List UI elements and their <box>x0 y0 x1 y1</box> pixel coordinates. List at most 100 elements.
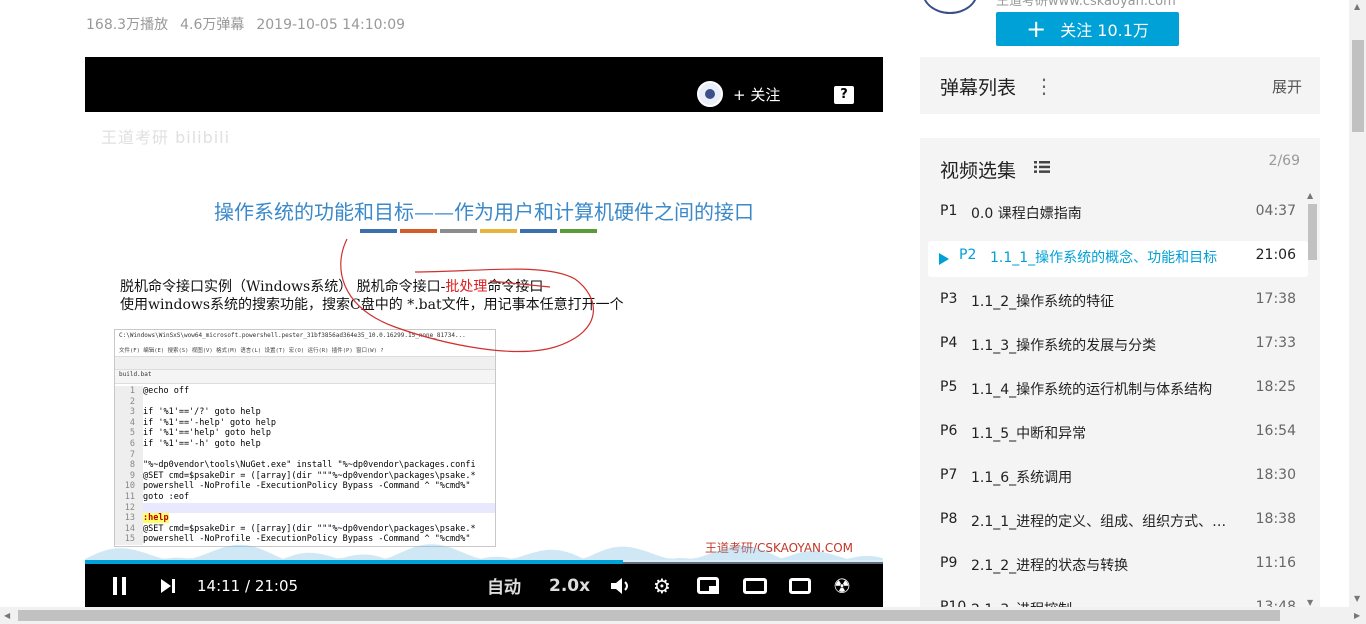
episode-item[interactable]: P4 1.1_3_操作系统的发展与分类 17:33 <box>928 325 1308 369</box>
episode-list-scroll-thumb[interactable] <box>1308 204 1317 260</box>
page-vertical-scroll-thumb[interactable] <box>1352 40 1364 132</box>
line-number: 6 <box>115 438 143 450</box>
code-line: 8 "%~dp0vendor\tools\NuGet.exe" install "… <box>115 460 495 471</box>
episode-duration: 17:38 <box>1255 291 1296 307</box>
episode-duration: 04:37 <box>1255 203 1296 219</box>
player-follow-button[interactable]: + 关注 <box>697 81 780 107</box>
episode-duration: 18:38 <box>1255 511 1296 527</box>
episode-list-panel: 视频选集 2/69 P1 0.0 课程白嫖指南 04:37 P2 1.1_1_操作系统的… <box>920 138 1320 608</box>
line-number: 3 <box>115 407 143 418</box>
play-count: 168.3万播放 <box>86 17 169 33</box>
picture-in-picture-icon[interactable] <box>697 564 719 607</box>
more-options-icon[interactable]: ⋮ <box>1034 74 1054 98</box>
episode-count: 2/69 <box>1268 153 1300 169</box>
widescreen-icon[interactable] <box>743 564 767 607</box>
danmaku-list-panel: 弹幕列表 ⋮ 展开 <box>920 57 1320 114</box>
line-number: 13 <box>115 513 143 524</box>
episode-item[interactable]: P1 0.0 课程白嫖指南 04:37 <box>928 193 1308 237</box>
episode-item[interactable]: P102.1_3_进程控制13:48 <box>928 589 1308 608</box>
episode-number: P3 <box>940 291 958 307</box>
follow-label: 关注 10.1万 <box>1060 21 1149 40</box>
episode-title: 1.1_2_操作系统的特征 <box>971 294 1115 310</box>
code-line: 11 goto :eof <box>115 491 495 503</box>
line-number: 1 <box>115 386 143 397</box>
code-line: 14 @SET cmd=$psakeDir = ([array](dir """%… <box>115 523 495 535</box>
follow-button[interactable]: + 关注 10.1万 <box>996 12 1179 46</box>
episode-duration: 21:06 <box>1255 247 1296 263</box>
episode-item[interactable]: P9 2.1_2_进程的状态与转换 11:16 <box>928 545 1308 589</box>
line-number: 8 <box>115 460 143 471</box>
episode-title: 2.1_2_进程的状态与转换 <box>971 558 1129 574</box>
fullscreen-icon[interactable] <box>789 564 811 607</box>
episode-item[interactable]: P7 1.1_6_系统调用 18:30 <box>928 457 1308 501</box>
episode-title: 1.1_4_操作系统的运行机制与体系结构 <box>971 382 1213 398</box>
code-line: 7 <box>115 449 495 461</box>
danmaku-count: 4.6万弹幕 <box>180 17 245 33</box>
episode-item[interactable]: P8 2.1_1_进程的定义、组成、组织方式、特征 18:38 <box>928 501 1308 545</box>
code-line: 5 if '%1'=='help' goto help <box>115 428 495 439</box>
code-text: goto :eof <box>143 491 190 502</box>
next-icon[interactable] <box>160 564 176 607</box>
episode-duration: 18:30 <box>1255 467 1296 483</box>
episode-title: 1.1_1_操作系统的概念、功能和目标 <box>990 250 1218 266</box>
editor-code: 1 @echo off 2 3 if '%1'=='/?' goto help 4 if '… <box>115 384 495 545</box>
code-text: @echo off <box>143 386 190 396</box>
line-number: 11 <box>115 491 143 503</box>
episode-item[interactable]: P6 1.1_5_中断和异常 16:54 <box>928 413 1308 457</box>
code-line: 9 @SET cmd=$psakeDir = ([array](dir """%~… <box>115 470 495 482</box>
line-number: 5 <box>115 428 143 439</box>
episode-number: P8 <box>940 511 958 527</box>
danmaku-expand-button[interactable]: 展开 <box>1272 76 1302 97</box>
scroll-up-arrow-icon[interactable]: ▲ <box>1307 191 1313 200</box>
episode-number: P4 <box>940 335 958 351</box>
episode-duration: 16:54 <box>1255 423 1296 439</box>
code-text: if '%1'=='help' goto help <box>143 428 271 439</box>
scroll-down-arrow-icon[interactable]: ▼ <box>1307 598 1313 607</box>
page-scroll-up-icon[interactable]: ▲ <box>1354 2 1360 11</box>
code-text: "%~dp0vendor\tools\NuGet.exe" install "%… <box>143 460 476 471</box>
danmaku-toggle-icon[interactable]: ☢ <box>833 564 851 607</box>
page-horizontal-scroll-thumb[interactable] <box>18 610 1280 621</box>
episode-item[interactable]: P5 1.1_4_操作系统的运行机制与体系结构 18:25 <box>928 369 1308 413</box>
code-line: 3 if '%1'=='/?' goto help <box>115 407 495 418</box>
help-icon[interactable]: ? <box>834 86 854 104</box>
code-text: powershell -NoProfile -ExecutionPolicy B… <box>143 481 471 492</box>
speed-selector[interactable]: 2.0x <box>549 564 590 607</box>
page-scroll-right-icon[interactable]: ▶ <box>1354 611 1360 620</box>
code-text: :help <box>143 513 169 524</box>
page-scroll-left-icon[interactable]: ◀ <box>4 611 10 620</box>
page-scroll-down-icon[interactable]: ▼ <box>1354 594 1360 603</box>
settings-gear-icon[interactable]: ⚙ <box>653 564 671 607</box>
time-display: 14:11 / 21:05 <box>197 576 299 595</box>
code-line: 10 powershell -NoProfile -ExecutionPolicy… <box>115 481 495 492</box>
volume-icon[interactable] <box>609 564 631 607</box>
code-line: 12 <box>115 502 495 514</box>
video-player[interactable]: + 关注 ? 王道考研 bilibili 操作系统的功能和目标——作为用户和计算… <box>85 57 883 607</box>
episode-title: 0.0 课程白嫖指南 <box>971 206 1082 222</box>
player-follow-label: + 关注 <box>733 85 781 104</box>
uploader-avatar[interactable] <box>922 0 978 14</box>
editor-tab: build.bat <box>115 370 495 384</box>
player-controls: 14:11 / 21:05 自动 2.0x ⚙ ☢ <box>85 564 883 607</box>
quality-selector[interactable]: 自动 <box>487 564 521 607</box>
code-line: 1 @echo off <box>115 386 495 397</box>
code-text: if '%1'=='-h' goto help <box>143 438 261 449</box>
list-icon[interactable] <box>1034 161 1050 173</box>
code-line: 13:help <box>115 513 495 524</box>
code-line: 4 if '%1'=='-help' goto help <box>115 417 495 429</box>
code-text: if '%1'=='-help' goto help <box>143 417 277 428</box>
video-stats: 168.3万播放 4.6万弹幕 2019-10-05 14:10:09 <box>86 14 417 34</box>
uploader-name[interactable]: 王道考研www.cskaoyan.com <box>996 0 1176 9</box>
episode-item[interactable]: P3 1.1_2_操作系统的特征 17:38 <box>928 281 1308 325</box>
episode-item[interactable]: P2 1.1_1_操作系统的概念、功能和目标 21:06 <box>928 241 1308 277</box>
now-playing-icon <box>939 253 949 265</box>
episode-duration: 18:25 <box>1255 379 1296 395</box>
line-number: 2 <box>115 396 143 408</box>
code-text: @SET cmd=$psakeDir = ([array](dir """%~d… <box>143 470 476 481</box>
pause-icon[interactable] <box>113 564 131 607</box>
episode-title: 1.1_6_系统调用 <box>971 470 1073 486</box>
line-number: 10 <box>115 481 143 492</box>
code-text: if '%1'=='/?' goto help <box>143 407 261 418</box>
episode-duration: 11:16 <box>1255 555 1296 571</box>
episode-number: P9 <box>940 555 958 571</box>
